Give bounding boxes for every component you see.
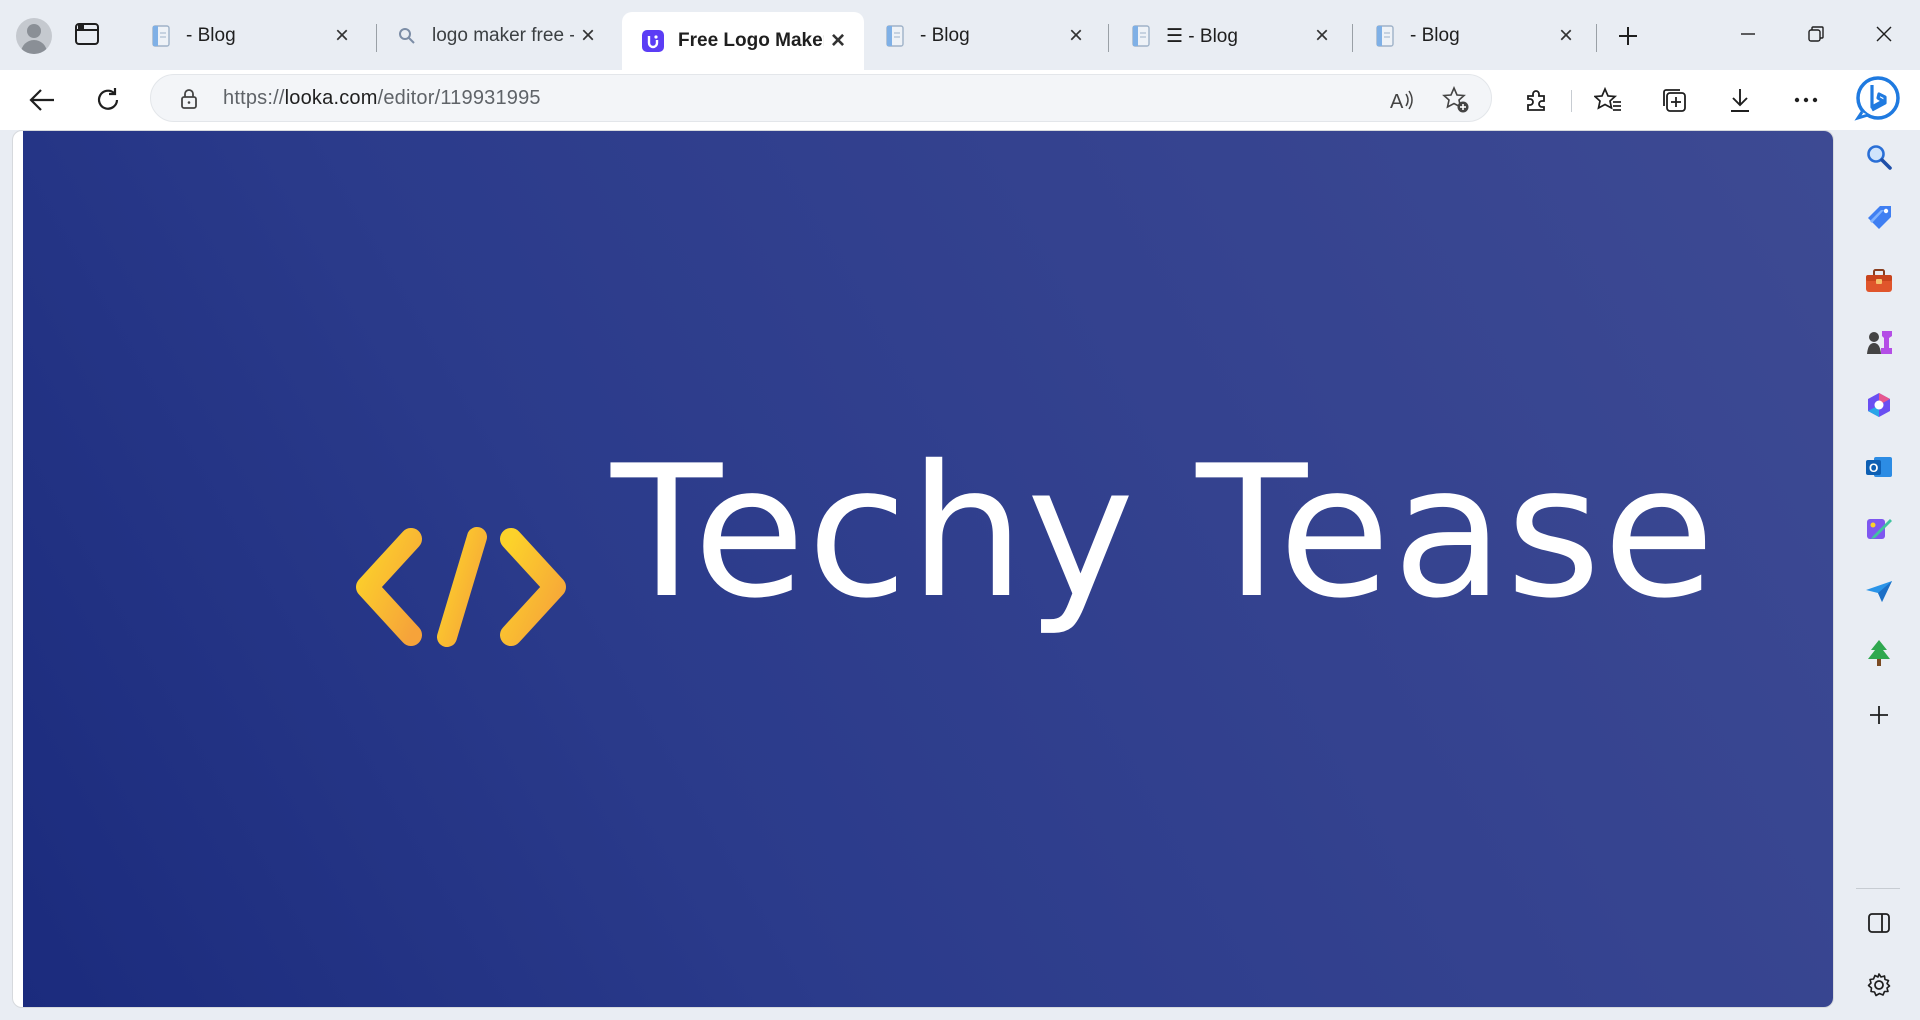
add-icon[interactable]: [1860, 696, 1898, 734]
document-icon: [884, 25, 906, 47]
lock-icon[interactable]: [177, 87, 201, 111]
office-icon[interactable]: [1860, 386, 1898, 424]
navigation-toolbar: https://looka.com/editor/119931995 A: [0, 70, 1920, 130]
logo-canvas[interactable]: Techy Tease: [23, 131, 1833, 1007]
svg-text:O: O: [1869, 461, 1878, 475]
tab-search[interactable]: logo maker free - Search ×: [376, 12, 614, 60]
address-bar[interactable]: https://looka.com/editor/119931995 A: [150, 74, 1492, 122]
brand-name-text[interactable]: Techy Tease: [611, 441, 1717, 623]
outlook-icon[interactable]: O: [1860, 448, 1898, 486]
tab-blog-2[interactable]: - Blog ×: [864, 12, 1102, 60]
new-tab-button[interactable]: [1612, 20, 1644, 52]
url-path: /editor/119931995: [377, 87, 541, 109]
favorites-icon[interactable]: [1590, 82, 1626, 118]
close-icon[interactable]: ×: [1062, 22, 1090, 50]
collections-icon[interactable]: [1656, 82, 1692, 118]
games-icon[interactable]: [1860, 324, 1898, 362]
web-content: Techy Tease: [12, 130, 1834, 1008]
tab-blog-4[interactable]: - Blog ×: [1354, 12, 1592, 60]
code-brackets-icon: [356, 527, 566, 647]
minimize-button[interactable]: [1726, 18, 1770, 50]
tab-title: ☰ - Blog: [1166, 25, 1238, 47]
refresh-button[interactable]: [88, 80, 128, 120]
shopping-icon[interactable]: [1860, 200, 1898, 238]
svg-text:A: A: [1390, 91, 1404, 112]
tab-separator: [1108, 24, 1109, 52]
extensions-icon[interactable]: [1518, 82, 1554, 118]
document-icon: [1374, 25, 1396, 47]
send-icon[interactable]: [1860, 572, 1898, 610]
split-screen-icon[interactable]: [1860, 904, 1898, 942]
back-button[interactable]: [22, 80, 62, 120]
close-icon[interactable]: ×: [1308, 22, 1336, 50]
tab-actions-icon[interactable]: [74, 22, 102, 48]
looka-icon: [642, 30, 664, 52]
tab-looka[interactable]: Free Logo Maker - Looka ×: [622, 12, 864, 70]
copilot-icon[interactable]: [1854, 74, 1902, 122]
tools-icon[interactable]: [1860, 262, 1898, 300]
tab-separator: [1352, 24, 1353, 52]
close-icon[interactable]: ×: [328, 22, 356, 50]
url-text[interactable]: https://looka.com/editor/119931995: [223, 87, 541, 110]
tab-title: - Blog: [920, 25, 970, 46]
settings-icon[interactable]: [1860, 966, 1898, 1004]
restore-button[interactable]: [1794, 18, 1838, 50]
search-icon[interactable]: [1860, 138, 1898, 176]
url-scheme: https://: [223, 87, 285, 109]
document-icon: [1130, 25, 1152, 47]
tab-title: Free Logo Maker - Looka: [678, 30, 824, 51]
read-aloud-icon[interactable]: A: [1387, 85, 1417, 115]
designer-icon[interactable]: [1860, 510, 1898, 548]
close-icon[interactable]: ×: [1552, 22, 1580, 50]
tab-title: logo maker free - Search: [432, 25, 574, 46]
edge-sidebar: O: [1840, 130, 1920, 1020]
more-icon[interactable]: [1788, 82, 1824, 118]
downloads-icon[interactable]: [1722, 82, 1758, 118]
sidebar-divider: [1856, 888, 1900, 889]
toolbar-divider: [1571, 90, 1572, 112]
add-favorite-icon[interactable]: [1441, 85, 1471, 115]
tab-strip: - Blog × logo maker free - Search × Free…: [0, 0, 1920, 70]
tab-title: - Blog: [186, 25, 236, 46]
tab-blog-3[interactable]: ☰ - Blog ×: [1110, 12, 1348, 60]
url-host: looka.com: [284, 87, 378, 109]
close-icon[interactable]: ×: [824, 27, 852, 55]
document-icon: [150, 25, 172, 47]
tab-blog-1[interactable]: - Blog ×: [130, 12, 368, 60]
close-icon[interactable]: ×: [574, 22, 602, 50]
tab-separator: [1596, 24, 1597, 52]
search-icon: [396, 25, 418, 47]
tab-title: - Blog: [1410, 25, 1460, 46]
profile-avatar[interactable]: [16, 18, 52, 54]
tree-icon[interactable]: [1860, 634, 1898, 672]
window-close-button[interactable]: [1862, 18, 1906, 50]
